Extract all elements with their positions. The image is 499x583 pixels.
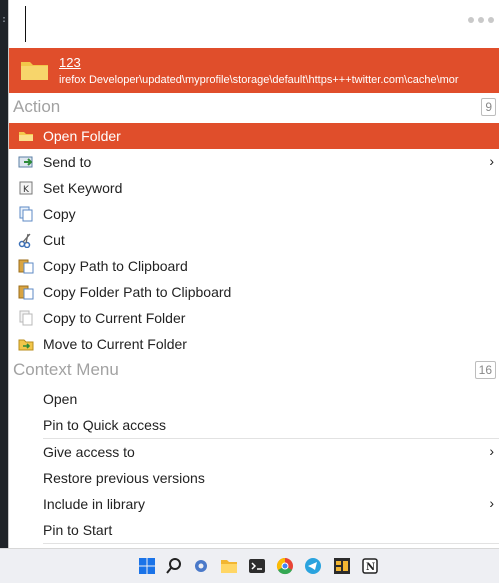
action-label: Copy Path to Clipboard bbox=[43, 258, 188, 274]
action-copy-path[interactable]: Copy Path to Clipboard bbox=[9, 253, 499, 279]
notion-icon[interactable]: N bbox=[361, 557, 379, 575]
menu-dots-icon[interactable] bbox=[468, 17, 494, 23]
app-icon[interactable] bbox=[333, 557, 351, 575]
context-pin-quick-access[interactable]: Pin to Quick access bbox=[9, 412, 499, 438]
text-caret bbox=[25, 6, 26, 42]
action-label: Move to Current Folder bbox=[43, 336, 187, 352]
action-label: Copy bbox=[43, 206, 76, 222]
svg-text:N: N bbox=[366, 562, 375, 573]
telegram-icon[interactable] bbox=[304, 557, 322, 575]
context-label: Give access to bbox=[43, 444, 135, 460]
file-explorer-icon[interactable] bbox=[220, 557, 238, 575]
action-label: Cut bbox=[43, 232, 65, 248]
search-icon[interactable] bbox=[165, 557, 183, 575]
keyword-icon: K bbox=[19, 181, 33, 195]
selected-result[interactable]: 123 irefox Developer\updated\myprofile\s… bbox=[9, 48, 499, 93]
taskbar: N bbox=[0, 548, 499, 583]
context-label: Restore previous versions bbox=[43, 470, 205, 486]
terminal-icon[interactable] bbox=[248, 557, 266, 575]
settings-icon[interactable] bbox=[192, 557, 210, 575]
action-label: Copy to Current Folder bbox=[43, 310, 186, 326]
action-section-header: Action 9 bbox=[9, 94, 499, 120]
action-cut[interactable]: Cut bbox=[9, 227, 499, 253]
context-pin-start[interactable]: Pin to Start bbox=[9, 517, 499, 543]
action-copy[interactable]: Copy bbox=[9, 201, 499, 227]
section-count-badge: 9 bbox=[481, 98, 496, 116]
action-copy-folder-path[interactable]: Copy Folder Path to Clipboard bbox=[9, 279, 499, 305]
section-count-badge: 16 bbox=[474, 361, 496, 379]
result-title: 123 bbox=[59, 55, 81, 70]
scissors-icon bbox=[18, 233, 31, 248]
clipboard-icon bbox=[18, 285, 34, 300]
action-copy-to-current-folder[interactable]: Copy to Current Folder bbox=[9, 305, 499, 331]
action-label: Send to bbox=[43, 154, 92, 170]
separator bbox=[43, 543, 499, 544]
context-open[interactable]: Open bbox=[9, 386, 499, 412]
folder-open-icon bbox=[19, 132, 33, 141]
context-restore-versions[interactable]: Restore previous versions bbox=[9, 465, 499, 491]
context-label: Open bbox=[43, 391, 78, 407]
background-glyph: : bbox=[1, 14, 8, 25]
context-give-access[interactable]: Give access to › bbox=[9, 439, 499, 465]
action-label: Set Keyword bbox=[43, 180, 123, 196]
move-icon bbox=[18, 339, 34, 351]
section-title: Action bbox=[13, 97, 61, 116]
copy-faded-icon bbox=[19, 310, 33, 326]
context-include-library[interactable]: Include in library › bbox=[9, 491, 499, 517]
copy-icon bbox=[19, 206, 33, 222]
search-bar[interactable] bbox=[9, 0, 499, 48]
background-window-edge: : bbox=[0, 0, 8, 548]
chrome-icon[interactable] bbox=[276, 557, 294, 575]
context-label: Include in library bbox=[43, 496, 145, 512]
action-send-to[interactable]: Send to › bbox=[9, 149, 499, 175]
windows-start-icon[interactable] bbox=[138, 557, 156, 575]
action-open-folder[interactable]: Open Folder bbox=[9, 123, 499, 149]
context-label: Pin to Start bbox=[43, 522, 113, 538]
folder-icon bbox=[21, 62, 48, 80]
chevron-right-icon: › bbox=[489, 443, 494, 459]
launcher-window: 123 irefox Developer\updated\myprofile\s… bbox=[8, 0, 499, 548]
section-title: Context Menu bbox=[13, 360, 119, 379]
chevron-right-icon: › bbox=[489, 495, 494, 511]
chevron-right-icon: › bbox=[489, 153, 494, 169]
action-move-to-current-folder[interactable]: Move to Current Folder bbox=[9, 331, 499, 357]
send-to-icon bbox=[18, 156, 33, 168]
context-label: Pin to Quick access bbox=[43, 417, 166, 433]
action-label: Open Folder bbox=[43, 128, 121, 144]
result-path: irefox Developer\updated\myprofile\stora… bbox=[59, 74, 459, 86]
clipboard-icon bbox=[18, 259, 34, 274]
action-set-keyword[interactable]: K Set Keyword bbox=[9, 175, 499, 201]
action-label: Copy Folder Path to Clipboard bbox=[43, 284, 232, 300]
context-section-header: Context Menu 16 bbox=[9, 357, 499, 383]
